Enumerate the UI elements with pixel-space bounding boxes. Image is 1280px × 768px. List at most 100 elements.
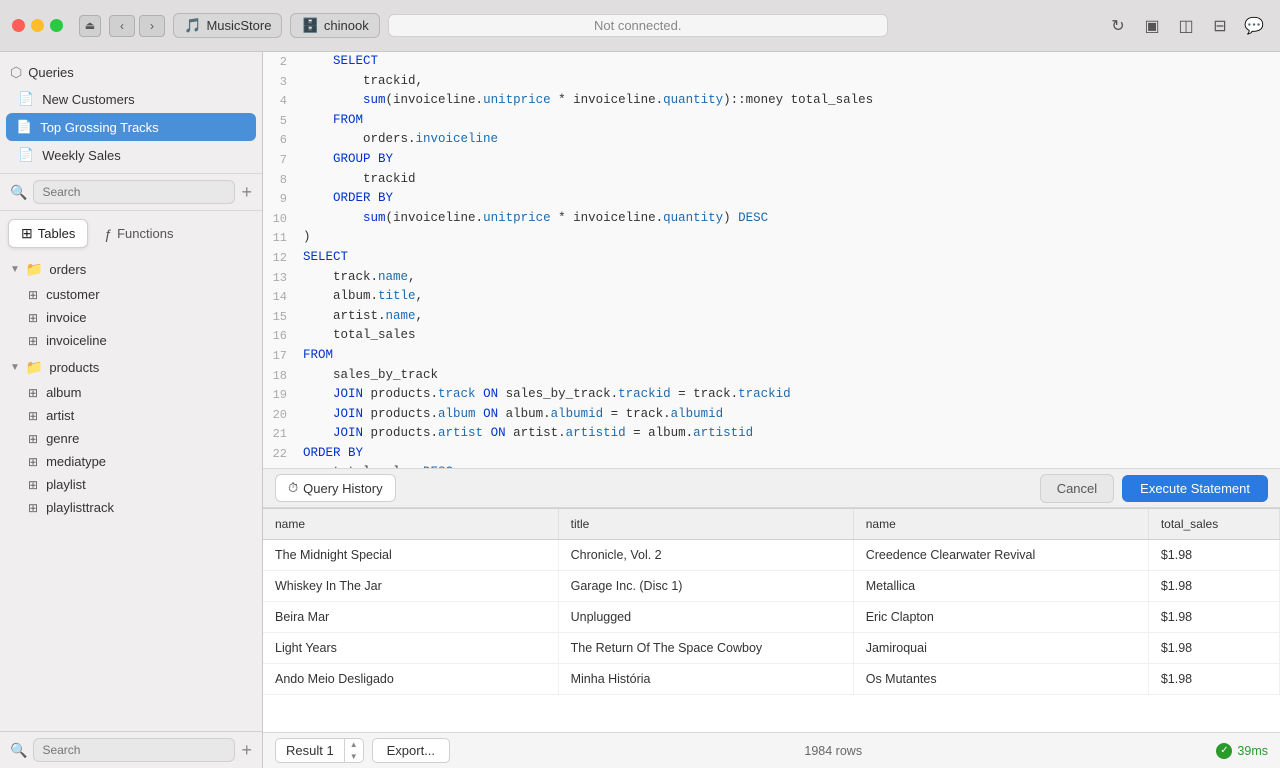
- layout2-icon[interactable]: ◫: [1172, 12, 1200, 40]
- line-number: 20: [263, 405, 299, 425]
- cancel-button[interactable]: Cancel: [1040, 474, 1114, 503]
- refresh-icon[interactable]: ↻: [1104, 12, 1132, 40]
- code-line: 6 orders.invoiceline: [263, 130, 1280, 150]
- table-item-mediatype[interactable]: ⊞mediatype: [0, 450, 262, 473]
- nav-buttons: ‹ ›: [109, 15, 165, 37]
- schema-group-products-header[interactable]: ▼ 📁 products: [0, 354, 262, 381]
- cell-total: $1.98: [1148, 633, 1279, 664]
- line-content: JOIN products.artist ON artist.artistid …: [299, 424, 1280, 444]
- cell-name: The Midnight Special: [263, 540, 558, 571]
- code-line: 8 trackid: [263, 170, 1280, 190]
- execute-statement-button[interactable]: Execute Statement: [1122, 475, 1268, 502]
- cell-artist: Eric Clapton: [853, 602, 1148, 633]
- add-query-button[interactable]: +: [241, 182, 252, 203]
- sidebar-item-top-grossing-tracks[interactable]: 📄Top Grossing Tracks: [6, 113, 256, 141]
- maximize-button[interactable]: [50, 19, 63, 32]
- eject-button[interactable]: ⏏: [79, 15, 101, 37]
- code-line: 18 sales_by_track: [263, 366, 1280, 386]
- row-count: 1984 rows: [804, 744, 862, 758]
- cell-total: $1.98: [1148, 664, 1279, 695]
- line-content: GROUP BY: [299, 150, 1280, 170]
- chevron-down-icon: ▼: [10, 264, 20, 275]
- database-icon: 🗄️: [301, 17, 318, 34]
- sidebar-item-weekly-sales[interactable]: 📄Weekly Sales: [0, 141, 262, 169]
- sidebar-item-new-customers[interactable]: 📄New Customers: [0, 85, 262, 113]
- table-row[interactable]: Whiskey In The Jar Garage Inc. (Disc 1) …: [263, 571, 1280, 602]
- result-stepper[interactable]: Result 1 ▲ ▼: [275, 738, 364, 762]
- table-icon: ⊞: [28, 311, 38, 325]
- line-content: artist.name,: [299, 307, 1280, 327]
- result-tab-label: Result 1: [276, 740, 344, 761]
- line-number: 4: [263, 91, 299, 111]
- table-item-invoiceline[interactable]: ⊞invoiceline: [0, 329, 262, 352]
- stepper-up-icon[interactable]: ▲: [345, 739, 363, 750]
- cell-name: Ando Meio Desligado: [263, 664, 558, 695]
- table-item-invoice[interactable]: ⊞invoice: [0, 306, 262, 329]
- table-icon: ⊞: [28, 501, 38, 515]
- code-line: 20 JOIN products.album ON album.albumid …: [263, 405, 1280, 425]
- line-number: 15: [263, 307, 299, 327]
- minimize-button[interactable]: [31, 19, 44, 32]
- results-body: The Midnight Special Chronicle, Vol. 2 C…: [263, 540, 1280, 695]
- sql-file-icon: 📄: [18, 147, 34, 163]
- stepper-down-icon[interactable]: ▼: [345, 751, 363, 762]
- titlebar-actions: ↻ ▣ ◫ ⊟ 💬: [1104, 12, 1268, 40]
- cell-total: $1.98: [1148, 571, 1279, 602]
- products-tables: ⊞album⊞artist⊞genre⊞mediatype⊞playlist⊞p…: [0, 381, 262, 519]
- table-item-playlisttrack[interactable]: ⊞playlisttrack: [0, 496, 262, 519]
- result-stepper-arrows[interactable]: ▲ ▼: [344, 739, 363, 761]
- line-content: ): [299, 228, 1280, 248]
- cell-title: The Return Of The Space Cowboy: [558, 633, 853, 664]
- search-input[interactable]: [33, 180, 235, 204]
- search-bar: 🔍 +: [0, 173, 262, 211]
- line-number: 16: [263, 326, 299, 346]
- line-content: track.name,: [299, 268, 1280, 288]
- db-name-label[interactable]: 🗄️ chinook: [290, 13, 379, 38]
- sidebar-bottom-search: 🔍 +: [0, 731, 262, 768]
- table-item-genre[interactable]: ⊞genre: [0, 427, 262, 450]
- tab-tables[interactable]: ⊞ Tables: [8, 219, 88, 248]
- close-button[interactable]: [12, 19, 25, 32]
- table-row[interactable]: Ando Meio Desligado Minha História Os Mu…: [263, 664, 1280, 695]
- tab-functions[interactable]: ƒ Functions: [92, 219, 185, 248]
- table-item-artist[interactable]: ⊞artist: [0, 404, 262, 427]
- table-item-customer[interactable]: ⊞customer: [0, 283, 262, 306]
- queries-tab[interactable]: ⬡ Queries: [0, 60, 262, 85]
- schema-group-products: ▼ 📁 products ⊞album⊞artist⊞genre⊞mediaty…: [0, 354, 262, 519]
- code-line: 19 JOIN products.track ON sales_by_track…: [263, 385, 1280, 405]
- line-content: FROM: [299, 111, 1280, 131]
- code-line: 13 track.name,: [263, 268, 1280, 288]
- line-number: 18: [263, 366, 299, 386]
- line-number: 5: [263, 111, 299, 131]
- code-line: 4 sum(invoiceline.unitprice * invoicelin…: [263, 91, 1280, 111]
- export-button[interactable]: Export...: [372, 738, 450, 763]
- line-content: sum(invoiceline.unitprice * invoiceline.…: [299, 91, 1280, 111]
- schema-search-input[interactable]: [33, 738, 235, 762]
- table-item-playlist[interactable]: ⊞playlist: [0, 473, 262, 496]
- add-table-button[interactable]: +: [241, 740, 252, 761]
- line-content: FROM: [299, 346, 1280, 366]
- cell-artist: Creedence Clearwater Revival: [853, 540, 1148, 571]
- line-content: ORDER BY: [299, 444, 1280, 464]
- table-item-album[interactable]: ⊞album: [0, 381, 262, 404]
- schema-group-orders: ▼ 📁 orders ⊞customer⊞invoice⊞invoiceline: [0, 256, 262, 352]
- table-row[interactable]: The Midnight Special Chronicle, Vol. 2 C…: [263, 540, 1280, 571]
- table-row[interactable]: Beira Mar Unplugged Eric Clapton $1.98: [263, 602, 1280, 633]
- layout1-icon[interactable]: ▣: [1138, 12, 1166, 40]
- cell-name: Beira Mar: [263, 602, 558, 633]
- forward-button[interactable]: ›: [139, 15, 165, 37]
- code-line: 11): [263, 228, 1280, 248]
- sql-file-icon: 📄: [16, 119, 32, 135]
- chat-icon[interactable]: 💬: [1240, 12, 1268, 40]
- split-icon[interactable]: ⊟: [1206, 12, 1234, 40]
- query-history-button[interactable]: ⏱ Query History: [275, 474, 396, 502]
- table-row[interactable]: Light Years The Return Of The Space Cowb…: [263, 633, 1280, 664]
- results-table-wrapper: name title name total_sales The Midnight…: [263, 509, 1280, 732]
- line-content: orders.invoiceline: [299, 130, 1280, 150]
- line-number: 13: [263, 268, 299, 288]
- back-button[interactable]: ‹: [109, 15, 135, 37]
- code-editor[interactable]: 2 SELECT3 trackid,4 sum(invoiceline.unit…: [263, 52, 1280, 468]
- code-line: 3 trackid,: [263, 72, 1280, 92]
- line-number: 12: [263, 248, 299, 268]
- schema-group-orders-header[interactable]: ▼ 📁 orders: [0, 256, 262, 283]
